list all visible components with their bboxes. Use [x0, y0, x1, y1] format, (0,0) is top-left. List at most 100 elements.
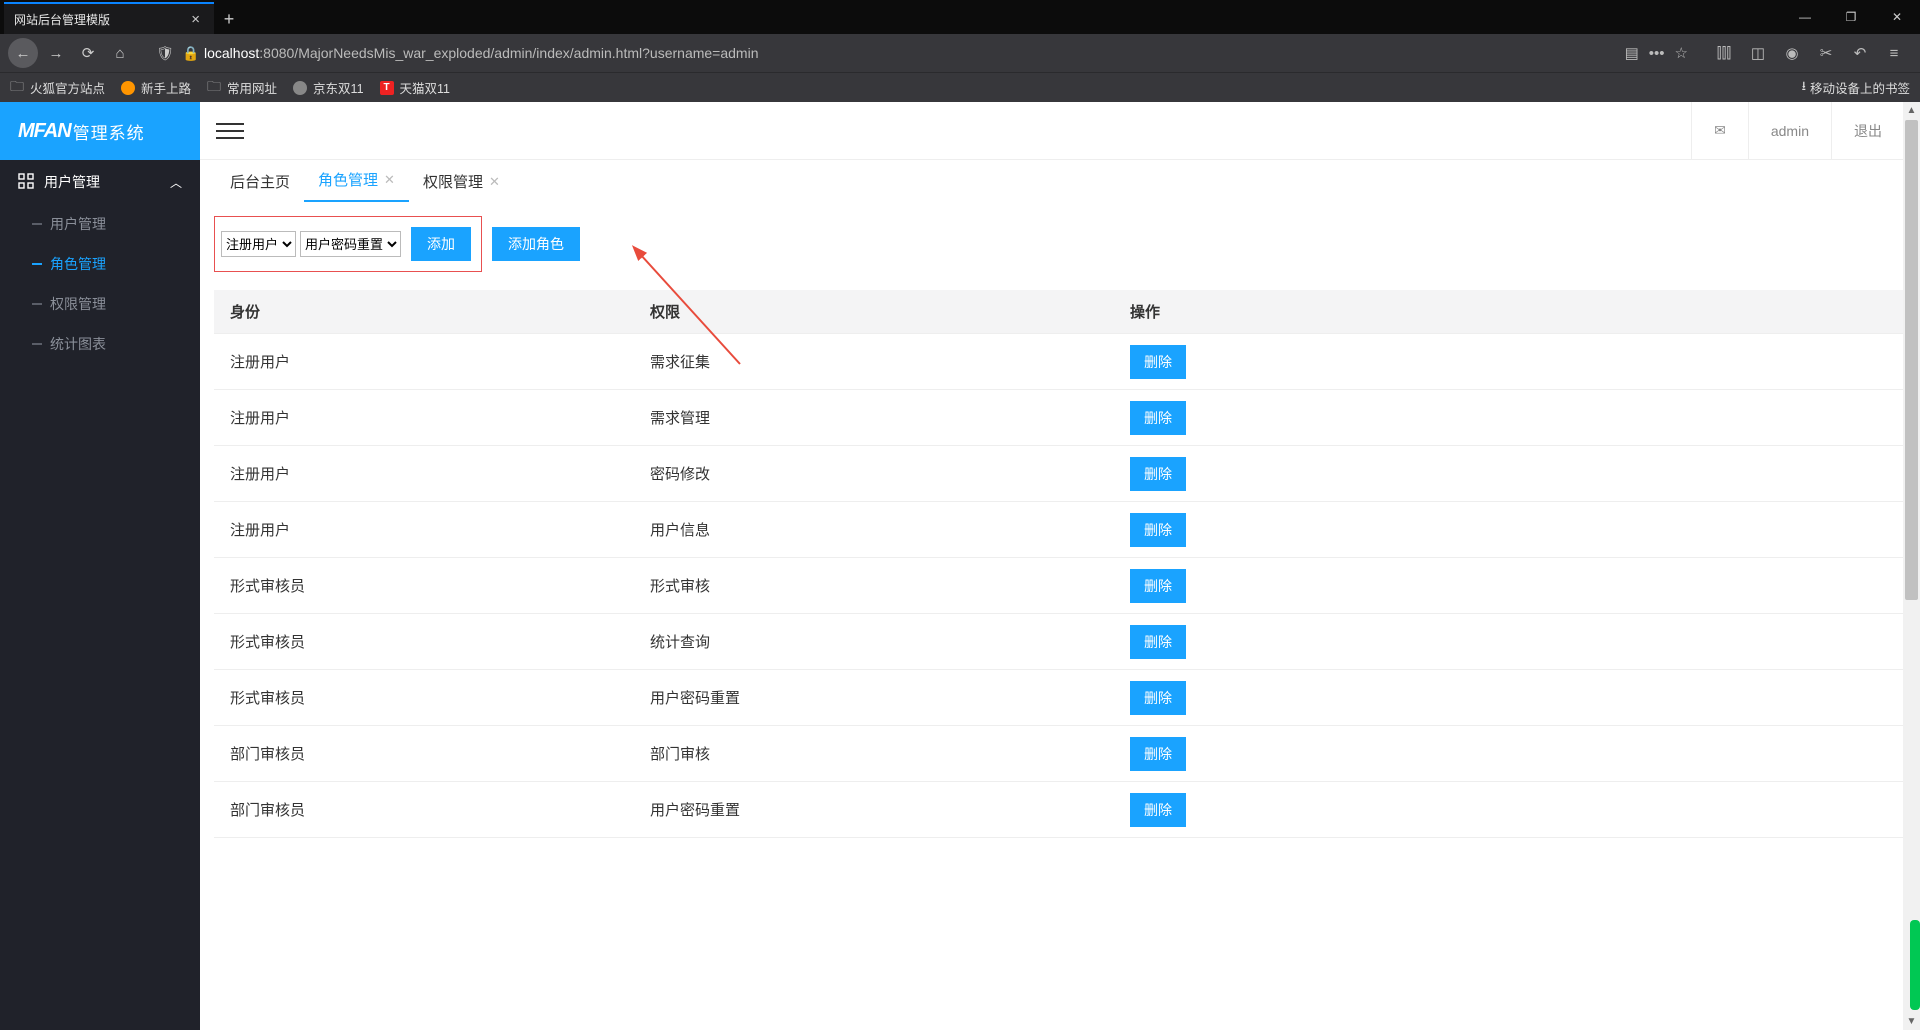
- sidebar: MFAN管理系统 用户管理 ︿ 用户管理角色管理权限管理统计图表: [0, 102, 200, 1030]
- sidebar-item[interactable]: 统计图表: [0, 324, 200, 364]
- new-tab-button[interactable]: +: [214, 4, 244, 34]
- bookmarks-bar: 🗀火狐官方站点 新手上路 🗀常用网址 京东双11 T天猫双11 ⭳移动设备上的书…: [0, 72, 1920, 102]
- browser-tab-title: 网站后台管理模版: [14, 11, 110, 28]
- bookmark-item[interactable]: 京东双11: [293, 78, 363, 97]
- delete-button[interactable]: 删除: [1130, 401, 1186, 435]
- cell-permission: 统计查询: [634, 614, 1114, 670]
- table-header-role: 身份: [214, 290, 634, 334]
- library-icon[interactable]: ⫿⫿⫿: [1712, 45, 1736, 62]
- content-tab-label: 角色管理: [318, 169, 378, 190]
- reload-button[interactable]: ⟳: [74, 39, 102, 67]
- forward-button[interactable]: →: [42, 39, 70, 67]
- close-window-button[interactable]: ✕: [1874, 0, 1920, 34]
- delete-button[interactable]: 删除: [1130, 345, 1186, 379]
- delete-button[interactable]: 删除: [1130, 737, 1186, 771]
- cell-role: 部门审核员: [214, 726, 634, 782]
- firefox-icon: [121, 81, 135, 95]
- table-row: 形式审核员用户密码重置删除: [214, 670, 1906, 726]
- user-menu[interactable]: admin: [1748, 102, 1831, 159]
- scroll-up-icon[interactable]: ▲: [1903, 102, 1920, 119]
- delete-button[interactable]: 删除: [1130, 681, 1186, 715]
- app-menu-icon[interactable]: ≡: [1882, 45, 1906, 62]
- chevron-up-icon: ︿: [170, 174, 182, 191]
- bookmark-item[interactable]: 新手上路: [121, 78, 191, 97]
- tmall-icon: T: [380, 81, 394, 95]
- delete-button[interactable]: 删除: [1130, 457, 1186, 491]
- screenshot-icon[interactable]: ✂: [1814, 44, 1838, 62]
- cell-role: 形式审核员: [214, 614, 634, 670]
- minimize-button[interactable]: —: [1782, 0, 1828, 34]
- lock-icon[interactable]: 🔒: [178, 45, 204, 62]
- sidebar-item[interactable]: 角色管理: [0, 244, 200, 284]
- shield-icon[interactable]: 🛡: [152, 45, 178, 62]
- logo-brand: MFAN: [18, 120, 71, 143]
- content-tab[interactable]: 角色管理 ✕: [304, 159, 409, 202]
- cell-action: 删除: [1114, 614, 1906, 670]
- sidebar-header-user-mgmt[interactable]: 用户管理 ︿: [0, 160, 200, 204]
- cell-action: 删除: [1114, 782, 1906, 838]
- cell-role: 注册用户: [214, 390, 634, 446]
- table-header-permission: 权限: [634, 290, 1114, 334]
- logout-button[interactable]: 退出: [1831, 102, 1904, 159]
- role-select[interactable]: 注册用户: [221, 231, 296, 257]
- reader-icon[interactable]: ▤: [1625, 44, 1639, 62]
- logo-suffix: 管理系统: [73, 119, 145, 144]
- mobile-bookmarks[interactable]: ⭳移动设备上的书签: [1802, 77, 1910, 98]
- account-icon[interactable]: ◉: [1780, 44, 1804, 62]
- cell-permission: 形式审核: [634, 558, 1114, 614]
- table-row: 形式审核员形式审核删除: [214, 558, 1906, 614]
- close-tab-icon[interactable]: ×: [187, 11, 204, 28]
- logout-label: 退出: [1854, 121, 1882, 141]
- browser-tab[interactable]: 网站后台管理模版 ×: [4, 2, 214, 34]
- window-controls: — ❐ ✕: [1782, 0, 1920, 34]
- user-label: admin: [1771, 123, 1809, 139]
- main-area: ✉ admin 退出 后台主页角色管理✕权限管理✕ 注册用户 用户密码重置 添加…: [200, 102, 1920, 1030]
- cell-permission: 密码修改: [634, 446, 1114, 502]
- delete-button[interactable]: 删除: [1130, 625, 1186, 659]
- url-box[interactable]: 🛡 🔒 localhost:8080/MajorNeedsMis_war_exp…: [152, 38, 1696, 68]
- back-button[interactable]: ←: [8, 38, 38, 68]
- bookmark-item[interactable]: 🗀常用网址: [207, 76, 277, 100]
- cell-action: 删除: [1114, 670, 1906, 726]
- bookmark-item[interactable]: 🗀火狐官方站点: [10, 76, 105, 100]
- table-row: 注册用户用户信息删除: [214, 502, 1906, 558]
- highlighted-filter-box: 注册用户 用户密码重置 添加: [214, 216, 482, 272]
- sidebar-toggle-icon[interactable]: ◫: [1746, 44, 1770, 62]
- add-button[interactable]: 添加: [411, 227, 471, 261]
- content-tabs: 后台主页角色管理✕权限管理✕: [200, 160, 1920, 202]
- content-tab-label: 后台主页: [230, 171, 290, 192]
- more-icon[interactable]: •••: [1649, 45, 1665, 62]
- undo-close-icon[interactable]: ↶: [1848, 44, 1872, 62]
- cell-role: 注册用户: [214, 502, 634, 558]
- scroll-down-icon[interactable]: ▼: [1903, 1013, 1920, 1030]
- delete-button[interactable]: 删除: [1130, 793, 1186, 827]
- close-tab-icon[interactable]: ✕: [384, 172, 395, 188]
- add-role-button[interactable]: 添加角色: [492, 227, 580, 261]
- mail-button[interactable]: ✉: [1691, 102, 1748, 159]
- delete-button[interactable]: 删除: [1130, 569, 1186, 603]
- bookmark-item[interactable]: T天猫双11: [380, 78, 450, 97]
- hamburger-button[interactable]: [216, 117, 244, 145]
- content-tab[interactable]: 后台主页: [216, 161, 304, 202]
- table-row: 注册用户密码修改删除: [214, 446, 1906, 502]
- delete-button[interactable]: 删除: [1130, 513, 1186, 547]
- maximize-button[interactable]: ❐: [1828, 0, 1874, 34]
- cell-permission: 需求征集: [634, 334, 1114, 390]
- home-button[interactable]: ⌂: [106, 39, 134, 67]
- scroll-thumb[interactable]: [1905, 120, 1918, 600]
- cell-action: 删除: [1114, 558, 1906, 614]
- content-pane: 注册用户 用户密码重置 添加 添加角色 身份 权限 操作: [200, 202, 1920, 1030]
- filter-row: 注册用户 用户密码重置 添加 添加角色: [214, 216, 1906, 272]
- close-tab-icon[interactable]: ✕: [489, 174, 500, 190]
- cell-permission: 部门审核: [634, 726, 1114, 782]
- content-tab[interactable]: 权限管理✕: [409, 161, 514, 202]
- sidebar-item[interactable]: 权限管理: [0, 284, 200, 324]
- url-text: localhost:8080/MajorNeedsMis_war_explode…: [204, 45, 1617, 61]
- cell-action: 删除: [1114, 726, 1906, 782]
- sidebar-item[interactable]: 用户管理: [0, 204, 200, 244]
- cell-role: 注册用户: [214, 334, 634, 390]
- star-icon[interactable]: ☆: [1675, 44, 1688, 62]
- table-row: 部门审核员部门审核删除: [214, 726, 1906, 782]
- permission-select[interactable]: 用户密码重置: [300, 231, 401, 257]
- scrollbar[interactable]: ▲ ▼: [1903, 102, 1920, 1030]
